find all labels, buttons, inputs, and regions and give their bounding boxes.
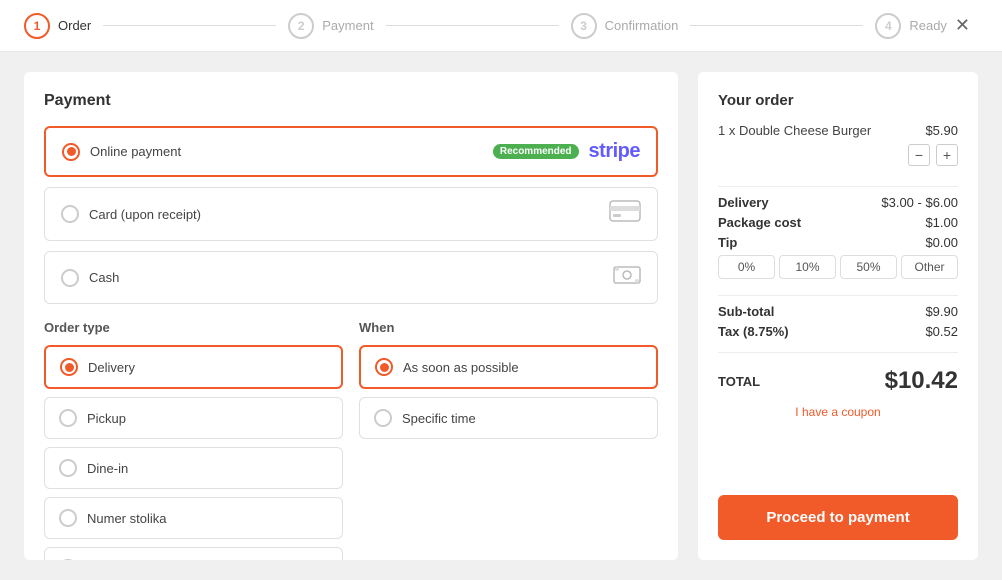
card-icon [609,200,641,228]
delivery-label: Delivery [88,360,135,375]
cash-icon [613,264,641,291]
payment-option-card[interactable]: Card (upon receipt) [44,187,658,241]
step-confirmation: 3 Confirmation [571,13,679,39]
step-ready: 4 Ready [875,13,947,39]
order-option-delivery[interactable]: Delivery [44,345,343,389]
top-bar: 1 Order 2 Payment 3 Confirmation 4 Ready… [0,0,1002,52]
radio-delivery [60,358,78,376]
main-content: Payment Online payment Recommended strip… [0,52,1002,580]
order-option-dine-in[interactable]: Dine-in [44,447,343,489]
payment-label-online: Online payment [90,144,483,159]
step-order: 1 Order [24,13,91,39]
radio-pickup [59,409,77,427]
specific-label: Specific time [402,411,476,426]
delivery-row: Delivery $3.00 - $6.00 [718,195,958,210]
step-label-confirmation: Confirmation [605,18,679,33]
payment-title: Payment [44,92,658,110]
subtotal-row: Sub-total $9.90 [718,304,958,319]
package-value: $1.00 [925,215,958,230]
recommended-badge: Recommended [493,144,579,159]
tip-value: $0.00 [925,235,958,250]
order-type-title: Order type [44,320,343,335]
stripe-icon: stripe [589,140,640,163]
table-label: Numer stolika [87,511,166,526]
tip-0-button[interactable]: 0% [718,255,775,279]
step-circle-3: 3 [571,13,597,39]
pickup-label: Pickup [87,411,126,426]
subtotal-value: $9.90 [925,304,958,319]
your-order-title: Your order [718,92,958,109]
radio-card [61,205,79,223]
order-item-row: 1 x Double Cheese Burger $5.90 [718,123,958,138]
qty-plus-button[interactable]: + [936,144,958,166]
total-label: TOTAL [718,374,760,389]
tip-50-button[interactable]: 50% [840,255,897,279]
steps: 1 Order 2 Payment 3 Confirmation 4 Ready [24,13,947,39]
step-circle-1: 1 [24,13,50,39]
delivery-value: $3.00 - $6.00 [881,195,958,210]
package-row: Package cost $1.00 [718,215,958,230]
step-label-order: Order [58,18,91,33]
order-type-col: Order type Delivery Pickup Dine-in Numer… [44,320,343,560]
payment-option-online[interactable]: Online payment Recommended stripe [44,126,658,177]
tip-row: Tip $0.00 [718,235,958,250]
order-option-table[interactable]: Numer stolika [44,497,343,539]
divider-2 [718,295,958,296]
divider-3 [718,352,958,353]
step-circle-2: 2 [288,13,314,39]
asap-label: As soon as possible [403,360,519,375]
right-panel: Your order 1 x Double Cheese Burger $5.9… [698,72,978,560]
radio-table [59,509,77,527]
step-payment: 2 Payment [288,13,373,39]
radio-contactless [59,559,77,560]
tip-label: Tip [718,235,737,250]
step-label-ready: Ready [909,18,947,33]
qty-minus-button[interactable]: − [908,144,930,166]
when-title: When [359,320,658,335]
divider-1 [718,186,958,187]
when-option-specific[interactable]: Specific time [359,397,658,439]
when-col: When As soon as possible Specific time [359,320,658,560]
step-circle-4: 4 [875,13,901,39]
step-label-payment: Payment [322,18,373,33]
order-item-name: 1 x Double Cheese Burger [718,123,925,138]
tip-10-button[interactable]: 10% [779,255,836,279]
delivery-label-summary: Delivery [718,195,769,210]
step-line-3 [690,25,863,26]
order-type-when: Order type Delivery Pickup Dine-in Numer… [44,320,658,560]
subtotal-label: Sub-total [718,304,774,319]
left-panel: Payment Online payment Recommended strip… [24,72,678,560]
radio-online [62,143,80,161]
payment-label-card: Card (upon receipt) [89,207,599,222]
when-option-asap[interactable]: As soon as possible [359,345,658,389]
qty-controls: − + [718,144,958,166]
order-option-contactless[interactable]: Contactless delivery [44,547,343,560]
close-button[interactable]: ✕ [947,11,978,40]
radio-dine-in [59,459,77,477]
package-label: Package cost [718,215,801,230]
step-line-2 [386,25,559,26]
order-item-price: $5.90 [925,123,958,138]
payment-label-cash: Cash [89,270,603,285]
step-line-1 [103,25,276,26]
tip-buttons: 0% 10% 50% Other [718,255,958,279]
total-row: TOTAL $10.42 [718,367,958,395]
radio-asap [375,358,393,376]
tax-value: $0.52 [925,324,958,339]
payment-option-cash[interactable]: Cash [44,251,658,304]
proceed-button[interactable]: Proceed to payment [718,495,958,540]
tax-row: Tax (8.75%) $0.52 [718,324,958,339]
radio-cash [61,269,79,287]
tax-label: Tax (8.75%) [718,324,789,339]
tip-other-button[interactable]: Other [901,255,958,279]
dine-in-label: Dine-in [87,461,128,476]
coupon-link[interactable]: I have a coupon [718,405,958,419]
total-value: $10.42 [885,367,958,395]
order-option-pickup[interactable]: Pickup [44,397,343,439]
radio-specific [374,409,392,427]
